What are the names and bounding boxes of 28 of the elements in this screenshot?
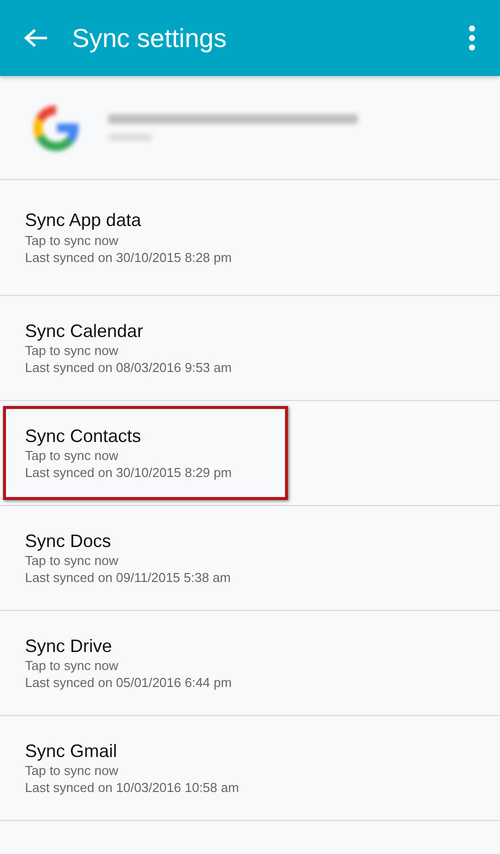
sync-status-text: Tap to sync now [25, 553, 120, 570]
last-synced-text: Last synced on 30/10/2015 8:28 pm [25, 250, 233, 267]
sync-item[interactable]: Sync Gmail Tap to sync now Last synced on 10/03/2016 10:58 am [3, 721, 288, 815]
sync-item[interactable]: Sync Calendar Tap to sync now Last synced on 08/03/2016 9:53 am [3, 301, 288, 395]
sync-item-title: Sync App data [25, 209, 142, 232]
last-synced-text: Last synced on 08/03/2016 9:53 am [25, 360, 233, 378]
sync-item-title: Sync Docs [25, 530, 112, 553]
sync-item[interactable]: Sync App data Tap to sync now Last synced on 30/10/2015 8:28 pm [3, 190, 288, 284]
back-icon[interactable] [24, 28, 48, 48]
last-synced-text: Last synced on 05/01/2016 6:44 pm [25, 675, 233, 692]
sync-status-text: Tap to sync now [25, 343, 120, 360]
more-options-icon[interactable] [468, 25, 476, 51]
account-logo-icon [32, 104, 80, 152]
highlighted-sync-item[interactable]: Sync Contacts Tap to sync now Last synced on 30/10/2015 8:29 pm [3, 406, 288, 500]
sync-status-text: Tap to sync now [25, 658, 120, 676]
sync-item-title: Sync Gmail [25, 740, 118, 763]
sync-status-text: Tap to sync now [25, 232, 120, 250]
sync-item-title: Sync Calendar [25, 320, 144, 343]
sync-status-text: Tap to sync now [25, 448, 120, 466]
sync-item-title: Sync Contacts [25, 424, 142, 448]
last-synced-text: Last synced on 09/11/2015 5:38 am [25, 570, 232, 588]
last-synced-text: Last synced on 10/03/2016 10:58 am [25, 780, 240, 798]
screen-title: Sync settings [72, 22, 227, 54]
last-synced-text: Last synced on 30/10/2015 8:29 pm [25, 465, 233, 482]
sync-item[interactable]: Sync Drive Tap to sync now Last synced on 05/01/2016 6:44 pm [3, 616, 288, 710]
sync-item-title: Sync Drive [25, 634, 114, 658]
sync-item[interactable]: Sync Docs Tap to sync now Last synced on 09/11/2015 5:38 am [3, 511, 288, 605]
sync-status-text: Tap to sync now [25, 763, 120, 780]
